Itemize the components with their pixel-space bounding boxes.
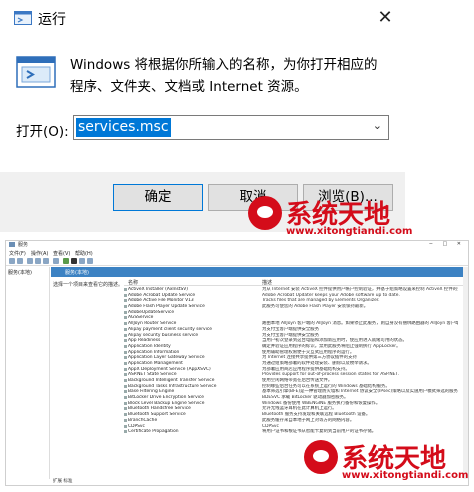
run-body: Windows 将根据你所输入的名称，为你打开相应的程序、文件夹、文档或 Int…	[0, 36, 405, 172]
service-gear-icon	[124, 333, 127, 337]
run-app-icon	[14, 11, 32, 25]
service-gear-icon	[124, 339, 127, 343]
close-icon: ✕	[377, 7, 393, 28]
watermark-logo-icon	[248, 196, 282, 230]
service-gear-icon	[124, 367, 127, 371]
export-icon[interactable]	[43, 258, 49, 264]
service-gear-icon	[124, 299, 127, 303]
menu-action[interactable]: 操作(A)	[31, 250, 48, 257]
watermark-logo-icon	[304, 440, 338, 474]
open-combobox[interactable]: services.msc ⌄	[73, 115, 389, 140]
ok-button[interactable]: 确定	[113, 184, 203, 211]
service-gear-icon	[124, 418, 127, 422]
service-gear-icon	[124, 407, 127, 411]
service-name: Certificate Propagation	[128, 429, 179, 435]
service-gear-icon	[124, 424, 127, 428]
service-gear-icon	[124, 373, 127, 377]
menubar: 文件(F) 操作(A) 查看(V) 帮助(H)	[6, 250, 468, 257]
restart-icon[interactable]	[87, 258, 93, 264]
view-tabs[interactable]: 扩展 标准	[53, 478, 72, 484]
service-gear-icon	[124, 361, 127, 365]
run-program-icon	[16, 56, 56, 88]
stop-icon[interactable]	[71, 258, 77, 264]
console-icon[interactable]	[27, 258, 33, 264]
service-gear-icon	[124, 288, 127, 291]
close-button[interactable]: ✕	[370, 4, 400, 32]
run-title: 运行	[38, 12, 66, 28]
toolbar	[6, 257, 468, 266]
service-gear-icon	[124, 305, 127, 309]
service-gear-icon	[124, 322, 127, 326]
column-description-header[interactable]: 描述	[262, 279, 272, 286]
service-gear-icon	[124, 430, 127, 434]
service-gear-icon	[124, 396, 127, 400]
service-gear-icon	[124, 344, 127, 348]
service-gear-icon	[124, 350, 127, 354]
service-gear-icon	[124, 413, 127, 417]
service-gear-icon	[124, 384, 127, 388]
service-gear-icon	[124, 356, 127, 360]
run-description: Windows 将根据你所输入的名称，为你打开相应的程序、文件夹、文档或 Int…	[70, 57, 378, 95]
list-header: 名称 描述	[124, 278, 466, 286]
services-header-label: 服务(本地)	[65, 270, 89, 276]
open-label: 打开(O):	[16, 124, 69, 140]
services-gear-icon	[9, 242, 15, 247]
pause-icon[interactable]	[79, 258, 85, 264]
watermark: 系统天地 www.xitongtiandi.com	[248, 196, 412, 244]
watermark-url: www.xitongtiandi.com	[342, 470, 469, 481]
service-gear-icon	[124, 379, 127, 382]
services-title: 服务	[18, 242, 29, 248]
watermark: 系统天地 www.xitongtiandi.com	[304, 440, 468, 488]
tree-pane: 服务(本地)	[6, 267, 50, 479]
menu-file[interactable]: 文件(F)	[9, 250, 26, 257]
service-gear-icon	[124, 293, 127, 297]
service-description: 将用户证书和根证书从智能卡复制到当前用户的证书存储。	[262, 429, 377, 435]
list-rows: ActiveX Installer (AxInstSV) 为从 Internet …	[124, 287, 466, 435]
watermark-url: www.xitongtiandi.com	[286, 226, 413, 237]
forward-icon[interactable]	[17, 258, 23, 264]
play-icon[interactable]	[63, 258, 69, 264]
window-controls[interactable]: − □ ✕	[429, 241, 465, 247]
service-gear-icon	[124, 401, 127, 405]
menu-help[interactable]: 帮助(H)	[75, 250, 93, 257]
table-row[interactable]: Certificate Propagation 将用户证书和根证书从智能卡复制到当…	[124, 429, 466, 435]
service-gear-icon	[124, 310, 127, 314]
run-titlebar: 运行 ✕	[0, 0, 405, 36]
service-gear-icon	[124, 390, 127, 394]
service-gear-icon	[124, 316, 127, 320]
service-gear-icon	[124, 327, 127, 331]
open-input[interactable]: services.msc	[76, 118, 171, 137]
menu-view[interactable]: 查看(V)	[53, 250, 70, 257]
back-icon[interactable]	[9, 258, 15, 264]
description-pane: 选择一个项目来查看它的描述。	[53, 282, 124, 288]
services-header-bar: 服务(本地)	[51, 267, 468, 277]
refresh-icon[interactable]	[35, 258, 41, 264]
column-name-header[interactable]: 名称	[128, 279, 138, 286]
tree-item-services-local[interactable]: 服务(本地)	[8, 269, 32, 276]
chevron-down-icon[interactable]: ⌄	[373, 119, 382, 132]
help-icon[interactable]	[53, 258, 59, 264]
services-titlebar: 服务 − □ ✕	[6, 241, 468, 249]
